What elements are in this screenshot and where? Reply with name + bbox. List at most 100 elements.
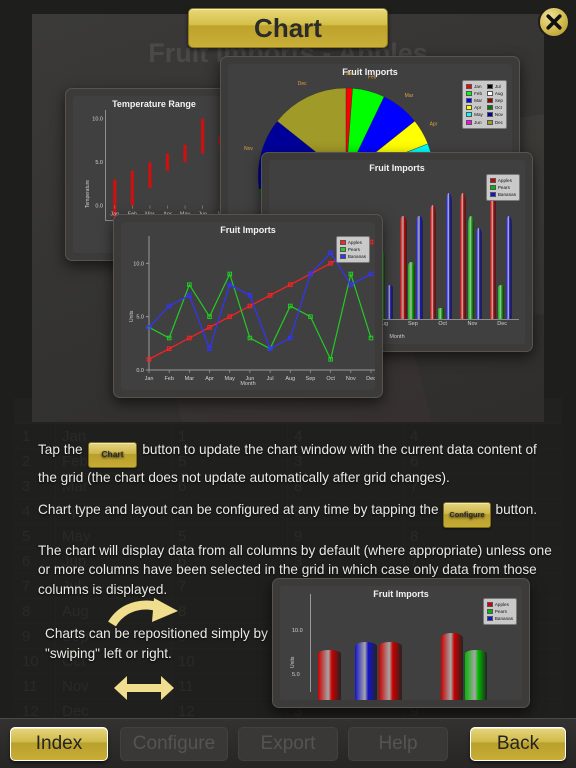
legend-label: Apples <box>497 178 512 183</box>
legend-label: Jul <box>494 84 501 89</box>
bar <box>416 216 423 319</box>
bar <box>400 216 407 319</box>
inline-chart-button[interactable]: Chart <box>88 442 137 468</box>
legend-swatch <box>486 602 493 608</box>
toolbar-button-configure: Configure <box>120 727 228 761</box>
p2-after: button. <box>495 502 538 517</box>
svg-text:0.0: 0.0 <box>95 204 103 210</box>
legend-label: Nov <box>494 112 503 118</box>
legend-item: Sep <box>486 97 503 104</box>
legend-label: Apples <box>494 602 509 607</box>
legend-swatch <box>486 98 493 104</box>
help-paragraph-2: Chart type and layout can be configured … <box>38 500 552 528</box>
legend-label: Apr <box>474 105 482 111</box>
svg-text:Jan: Jan <box>346 71 354 77</box>
p1-before: Tap the <box>38 442 83 457</box>
help-overlay: Fruit Imports - Apples Temperature Range… <box>0 0 576 768</box>
fruit-imports-line-chart-window[interactable]: Fruit Imports Units Month 0.0 5.0 10.0 Jan F… <box>113 214 383 398</box>
bar-group <box>487 182 517 319</box>
legend-label: Aug <box>494 91 503 97</box>
legend-swatch <box>486 105 493 111</box>
bar <box>497 284 504 319</box>
bar <box>465 650 488 700</box>
fruit-imports-line-plot: Fruit Imports Units Month 0.0 5.0 10.0 Jan F… <box>121 222 375 390</box>
legend-swatch <box>466 112 473 118</box>
svg-text:Feb: Feb <box>368 74 377 80</box>
x-tick-label: Dec <box>497 321 508 327</box>
line-chart-legend: Apples Pears Bananas <box>335 236 370 264</box>
legend-label: Dec <box>494 119 503 125</box>
bar <box>354 641 378 700</box>
legend-item: Pears <box>489 184 516 191</box>
help-paragraph-1: Tap the Chart button to update the chart… <box>38 440 552 487</box>
inline-configure-button[interactable]: Configure <box>443 502 491 528</box>
svg-text:5.0: 5.0 <box>136 315 144 321</box>
legend-item: Apples <box>486 601 513 608</box>
toolbar-button-back[interactable]: Back <box>470 727 566 761</box>
legend-column: Jan Feb Mar Apr May Jun <box>466 83 483 126</box>
legend-item: Apples <box>489 177 516 184</box>
bar-group <box>428 182 458 319</box>
legend-swatch <box>466 84 473 90</box>
bar <box>438 307 445 319</box>
bar <box>489 182 496 319</box>
legend-label: Feb <box>474 91 483 97</box>
legend-label: Bananas <box>497 192 516 198</box>
svg-text:Apr: Apr <box>430 122 438 128</box>
legend-item: Bananas <box>486 615 513 622</box>
legend-item: Dec <box>486 119 503 126</box>
page-title: Chart <box>188 8 388 48</box>
svg-text:10.0: 10.0 <box>133 261 144 267</box>
legend-swatch <box>466 91 473 97</box>
legend-swatch <box>489 192 496 198</box>
legend-label: Sep <box>494 98 503 104</box>
legend-label: Pears <box>497 185 510 191</box>
svg-text:0.0: 0.0 <box>136 368 144 374</box>
svg-text:5.0: 5.0 <box>95 160 103 166</box>
legend-item: Bananas <box>489 191 516 198</box>
fruit-imports-preview-plot: Fruit Imports Units Apples Pears Bananas 5… <box>280 586 522 700</box>
bar <box>408 261 415 319</box>
legend-item: Apples <box>339 239 366 246</box>
legend-swatch <box>486 112 493 118</box>
legend-item: Nov <box>486 111 503 118</box>
legend-label: Pears <box>494 609 507 615</box>
legend-swatch <box>486 91 493 97</box>
fruit-imports-preview-chart-window[interactable]: Fruit Imports Units Apples Pears Bananas 5… <box>272 578 530 708</box>
legend-item: Bananas <box>339 253 366 260</box>
legend-item: Feb <box>466 90 483 97</box>
close-icon[interactable] <box>538 6 570 38</box>
legend-item: Mar <box>466 97 483 104</box>
legend-label: Jan <box>474 84 482 89</box>
chart-title: Fruit Imports <box>369 163 425 173</box>
legend-item: Pears <box>486 608 513 615</box>
svg-text:10.0: 10.0 <box>92 117 103 123</box>
legend-swatch <box>489 178 496 184</box>
y-axis-line <box>310 594 311 692</box>
legend-label: Mar <box>474 98 483 104</box>
toolbar-button-index[interactable]: Index <box>10 727 108 761</box>
bar <box>379 641 402 700</box>
legend-item: Oct <box>486 104 503 111</box>
chart-showcase-area: Fruit Imports - Apples Temperature Range… <box>32 14 544 422</box>
x-tick-label: Oct <box>438 321 447 327</box>
legend-label: Pears <box>347 247 360 253</box>
legend-label: Bananas <box>347 254 366 260</box>
legend-item: Jun <box>466 119 483 126</box>
double-arrow-icon <box>114 676 174 700</box>
bar <box>430 204 437 319</box>
legend-column: Jul Aug Sep Oct Nov Dec <box>486 83 503 126</box>
y-tick-label: 10.0 <box>292 628 303 634</box>
bar <box>440 633 463 700</box>
legend-swatch <box>466 105 473 111</box>
legend-item: May <box>466 111 483 118</box>
pie-chart-legend: Jan Feb Mar Apr May Jun Jul Aug Sep Oct Nov Dec <box>462 80 507 129</box>
bar-group <box>398 182 428 319</box>
legend-label: Jun <box>474 119 482 125</box>
bar <box>318 650 341 700</box>
x-axis-tick-labels <box>147 369 369 378</box>
legend-item: Apr <box>466 104 483 111</box>
swipe-note-text: Charts can be repositioned simply by "sw… <box>45 626 268 661</box>
preview-chart-legend: Apples Pears Bananas <box>482 598 517 626</box>
bar <box>446 193 453 319</box>
